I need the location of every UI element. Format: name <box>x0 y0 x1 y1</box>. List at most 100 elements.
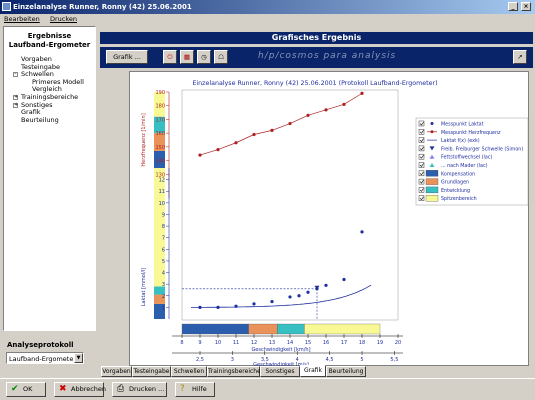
tab-sonstiges[interactable]: Sonstiges <box>260 366 300 377</box>
hr-tick-label: 150 <box>155 145 165 151</box>
lactate-tick-label: 10 <box>159 201 165 207</box>
legend-marker <box>430 130 434 134</box>
lactate-tick-label: 8 <box>162 224 165 230</box>
menu-bar: Bearbeiten Drucken <box>0 14 535 25</box>
analyse-select-value: Laufband-Ergometer <box>9 355 77 363</box>
lactate-tick-label: 7 <box>162 236 165 242</box>
print-label: Drucken ... <box>129 385 165 393</box>
lactate-axis-label: Laktat [mmol/l] <box>141 268 147 307</box>
analyse-label: Analyseprotokoll <box>7 341 74 349</box>
lactate-point <box>324 283 328 287</box>
legend-label: Freib. Freiburger Schwelle (Simon) <box>441 146 523 152</box>
button-bar: ✔ OK ✖ Abbrechen ⎙ Drucken ... ? Hilfe <box>0 378 535 400</box>
hr-tick-label: 140 <box>155 159 165 165</box>
menu-bearbeiten[interactable]: Bearbeiten <box>4 15 40 23</box>
hr-point <box>306 113 310 117</box>
power-icon[interactable]: ⏻ <box>163 50 177 64</box>
x2-tick-label: 3 <box>231 357 234 363</box>
lactate-tick-label: 3 <box>162 282 165 288</box>
chevron-down-icon[interactable]: ▼ <box>74 353 83 363</box>
lactate-curve <box>191 284 372 308</box>
hr-point <box>324 108 328 112</box>
x-tick-label: 11 <box>233 340 239 346</box>
minimize-button[interactable]: _ <box>508 2 518 11</box>
tab-vorgaben[interactable]: Vorgaben <box>101 366 132 377</box>
cancel-label: Abbrechen <box>71 385 107 393</box>
legend-marker <box>430 122 434 125</box>
print-button[interactable]: ⎙ Drucken ... <box>112 382 167 397</box>
x-tick-label: 13 <box>269 340 275 346</box>
tree-item-label: Beurteilung <box>21 115 59 124</box>
window-titlebar: Einzelanalyse Runner, Ronny (42) 25.06.2… <box>0 0 535 14</box>
lactate-point <box>315 287 319 291</box>
printer-icon: ⎙ <box>117 384 125 394</box>
ok-button[interactable]: ✔ OK <box>6 382 46 397</box>
analyse-select[interactable]: Laufband-Ergometer ▼ <box>6 352 84 364</box>
hr-tick-label: 190 <box>155 90 165 96</box>
check-icon: ✔ <box>11 384 19 394</box>
nav-header-line2: Laufband-Ergometer <box>8 41 91 49</box>
tab-beurteilung[interactable]: Beurteilung <box>326 366 366 377</box>
tab-schwellen[interactable]: Schwellen <box>171 366 207 377</box>
runner-icon[interactable]: ☖ <box>214 50 228 64</box>
hr-axis-label: Herzfrequenz [1/min] <box>141 113 147 166</box>
help-button[interactable]: ? Hilfe <box>175 382 215 397</box>
lactate-tick-label: 4 <box>162 271 165 277</box>
hr-point <box>342 102 346 106</box>
x-tick-label: 9 <box>198 340 201 346</box>
app-icon <box>2 2 11 11</box>
cancel-button[interactable]: ✖ Abbrechen <box>54 382 107 397</box>
hr-point <box>288 121 292 126</box>
cross-icon: ✖ <box>59 384 67 394</box>
hr-point <box>234 141 238 145</box>
lactate-tick-label: 12 <box>159 178 165 184</box>
x-tick-label: 8 <box>180 340 183 346</box>
tree-item-beurteilung[interactable]: Beurteilung <box>13 115 95 125</box>
tab-testeingabe[interactable]: Testeingabe <box>132 366 171 377</box>
zone-bar-2 <box>277 323 305 335</box>
ok-label: OK <box>23 385 33 393</box>
gauge-icon[interactable]: ◷ <box>197 50 211 64</box>
hr-tick-label: 160 <box>155 131 165 137</box>
x-tick-label: 18 <box>359 340 365 346</box>
x-tick-label: 16 <box>323 340 329 346</box>
nav-header-line1: Ergebnisse <box>27 32 72 40</box>
collapse-icon[interactable]: - <box>13 72 18 78</box>
zone-bar-1 <box>248 323 278 335</box>
lactate-tick-label: 9 <box>162 212 165 218</box>
chart-area: Einzelanalyse Runner, Ronny (42) 25.06.2… <box>129 71 529 368</box>
tab-trainingsbereiche[interactable]: Trainingsbereiche <box>207 366 261 377</box>
nav-tree: Vorgaben Testeingabe - Schwellen Primeres Mo… <box>13 55 95 125</box>
close-button[interactable]: × <box>521 2 531 11</box>
expand-icon[interactable]: + <box>13 102 18 108</box>
export-icon[interactable]: ↗ <box>513 50 527 64</box>
legend-label: Fettstoffwechsel (lac) <box>441 155 492 161</box>
brand-text: h/p/cosmos para analysis <box>258 51 397 61</box>
legend-label: Messpunkt Laktat <box>441 122 484 128</box>
legend-label: Laktat f(x) (exk) <box>441 138 480 144</box>
chart-title: Einzelanalyse Runner, Ronny (42) 25.06.2… <box>192 80 437 87</box>
hr-point <box>216 148 220 152</box>
x2-tick-label: 5,5 <box>390 357 398 363</box>
tab-grafik[interactable]: Grafik <box>300 365 326 377</box>
window-title: Einzelanalyse Runner, Ronny (42) 25.06.2… <box>13 3 192 11</box>
lactate-point <box>252 302 256 306</box>
lactate-tick-label: 5 <box>162 259 165 265</box>
lactate-point <box>306 290 310 294</box>
x2-tick-label: 2,5 <box>196 357 204 363</box>
x-axis-label: Geschwindigkeit [km/h] <box>251 347 310 353</box>
graph-toolbar: Grafik ... ⏻ ▦ ◷ ☖ h/p/cosmos para analy… <box>100 47 533 68</box>
help-icon: ? <box>180 384 185 394</box>
lactate-point <box>360 230 364 234</box>
legend-swatch <box>425 186 439 194</box>
hr-point <box>270 128 274 132</box>
x-tick-label: 20 <box>395 340 401 346</box>
legend-swatch <box>425 195 439 202</box>
hr-tick-label: 180 <box>155 104 165 110</box>
panel-title: Grafisches Ergebnis <box>100 32 533 44</box>
calendar-icon[interactable]: ▦ <box>180 50 194 64</box>
nav-header: Ergebnisse Laufband-Ergometer <box>4 32 95 50</box>
menu-drucken[interactable]: Drucken <box>50 15 77 23</box>
expand-icon[interactable]: + <box>13 94 18 100</box>
grafik-button[interactable]: Grafik ... <box>106 50 148 64</box>
